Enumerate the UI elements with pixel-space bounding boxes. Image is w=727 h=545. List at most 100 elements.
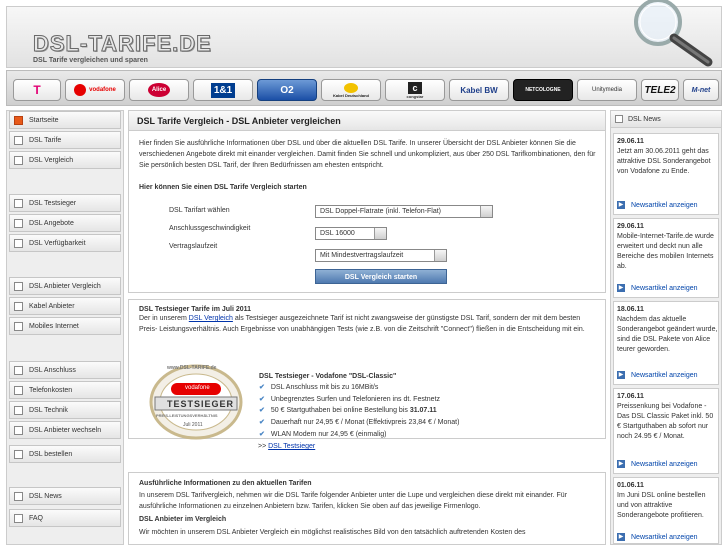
nav-item-dsl-verfuegbarkeit[interactable]: DSL Verfügbarkeit xyxy=(9,234,121,252)
news-item: 29.06.11 Jetzt am 30.06.2011 geht das at… xyxy=(613,133,719,215)
seal-bottom-text: PREIS-LEISTUNGSVERHÄLTNIS xyxy=(156,413,218,418)
seal-date: Juli 2011 xyxy=(183,422,203,428)
news-more-link[interactable]: ▶ Newsartikel anzeigen xyxy=(617,458,698,470)
provider-logo-kabel-deutschland[interactable]: Kabel Deutschland xyxy=(321,79,381,101)
news-item: 01.06.11 Im Juni DSL online bestellen un… xyxy=(613,477,719,544)
nav-item-mobiles-internet[interactable]: Mobiles Internet xyxy=(9,317,121,335)
info-subhead: DSL Anbieter im Vergleich xyxy=(139,516,227,523)
news-more-link[interactable]: ▶ Newsartikel anzeigen xyxy=(617,369,698,381)
provider-logo-o2[interactable]: O2 xyxy=(257,79,317,101)
main-content: DSL Tarife Vergleich - DSL Anbieter verg… xyxy=(128,110,606,545)
info-text: In unserem DSL Tarifvergleich, nehmen wi… xyxy=(139,492,568,510)
tarif-select[interactable]: DSL Doppel-Flatrate (inkl. Telefon-Flat) xyxy=(315,205,493,218)
checkbox-icon xyxy=(14,385,23,395)
news-date: 17.06.11 xyxy=(617,393,644,400)
testsieger-box: DSL Testsieger Tarife im Juli 2011 Der i… xyxy=(128,299,606,440)
magnifier-icon xyxy=(634,0,713,67)
provider-logo-unitymedia[interactable]: Unitymedia xyxy=(577,79,637,101)
feature-item: ✔ Dauerhaft nur 24,95 € / Monat (Effektiv… xyxy=(259,419,460,426)
news-text: Nachdem das aktuelle Sonderangebot geänd… xyxy=(617,316,718,353)
news-date: 29.06.11 xyxy=(617,223,644,230)
provider-logo-vodafone[interactable]: vodafone xyxy=(65,79,125,101)
news-more-link[interactable]: ▶ Newsartikel anzeigen xyxy=(617,531,698,543)
term-select[interactable]: Mit Mindestvertragslaufzeit xyxy=(315,249,447,262)
nav-item-dsl-technik[interactable]: DSL Technik xyxy=(9,401,121,419)
nav-item-kabel-anbieter[interactable]: Kabel Anbieter xyxy=(9,297,121,315)
checkbox-icon xyxy=(14,301,23,311)
info-text2: Wir möchten in unserem DSL Anbieter Verg… xyxy=(139,529,526,536)
nav-item-dsl-tarife[interactable]: DSL Tarife xyxy=(9,131,121,149)
provider-logo-mnet[interactable]: M-net xyxy=(683,79,719,101)
checkbox-icon xyxy=(14,198,23,208)
dsl-vergleich-link[interactable]: DSL Vergleich xyxy=(189,315,233,322)
nav-item-dsl-vergleich[interactable]: DSL Vergleich xyxy=(9,151,121,169)
checkbox-icon xyxy=(615,115,623,123)
provider-logo-kabelbw[interactable]: Kabel BW xyxy=(449,79,509,101)
nav-item-dsl-bestellen[interactable]: DSL bestellen xyxy=(9,445,121,463)
provider-logo-telekom[interactable]: T xyxy=(13,79,61,101)
provider-logo-alice[interactable]: Alice xyxy=(129,79,189,101)
nav-item-dsl-anschluss[interactable]: DSL Anschluss xyxy=(9,361,121,379)
nav-item-startseite[interactable]: Startseite xyxy=(9,111,121,129)
site-logo[interactable]: DSL-TARIFE.DE xyxy=(33,31,212,57)
news-item: 18.06.11 Nachdem das aktuelle Sonderange… xyxy=(613,301,719,385)
news-more-link[interactable]: ▶ Newsartikel anzeigen xyxy=(617,282,698,294)
news-item: 17.06.11 Preissenkung bei Vodafone - Das… xyxy=(613,388,719,474)
news-date: 18.06.11 xyxy=(617,306,644,313)
compare-intro: Hier finden Sie ausführliche Information… xyxy=(139,140,596,169)
provider-logo-congstar[interactable]: c congstar xyxy=(385,79,445,101)
checkbox-icon xyxy=(14,238,23,248)
provider-logo-tele2[interactable]: TELE2 xyxy=(641,79,679,101)
term-label: Vertragslaufzeit xyxy=(169,243,218,250)
news-text: Preissenkung bei Vodafone - Das DSL Clas… xyxy=(617,403,714,440)
news-text: Im Juni DSL online bestellen und von att… xyxy=(617,492,706,519)
provider-logo-1und1[interactable]: 1&1 xyxy=(193,79,253,101)
checkbox-icon xyxy=(14,449,23,459)
arrow-right-icon: ▶ xyxy=(617,533,625,541)
provider-logo-netcologne[interactable]: NETCOLOGNE xyxy=(513,79,573,101)
news-header: DSL News xyxy=(611,111,721,128)
chevron-down-icon xyxy=(374,228,386,239)
arrow-right-icon: ▶ xyxy=(617,284,625,292)
feature-item: ✔ WLAN Modem nur 24,95 € (einmalig) xyxy=(259,431,387,438)
offer-title: DSL Testsieger - Vodafone "DSL-Classic" xyxy=(259,373,397,380)
seal-brand: vodafone xyxy=(185,385,210,391)
arrow-right-icon: ▶ xyxy=(617,460,625,468)
dsl-testsieger-link[interactable]: DSL Testsieger xyxy=(268,443,315,450)
chevron-down-icon xyxy=(434,250,446,261)
news-date: 29.06.11 xyxy=(617,138,644,145)
checkbox-icon xyxy=(14,405,23,415)
site-tagline: DSL Tarife vergleichen und sparen xyxy=(33,57,148,64)
arrow-right-icon: ▶ xyxy=(617,371,625,379)
nav-item-dsl-anbieter-vergleich[interactable]: DSL Anbieter Vergleich xyxy=(9,277,121,295)
news-text: Mobile-Internet-Tarife.de wurde erweiter… xyxy=(617,233,714,270)
speed-select[interactable]: DSL 16000 xyxy=(315,227,387,240)
checkbox-icon xyxy=(14,321,23,331)
arrow-right-icon: ▶ xyxy=(617,201,625,209)
checkbox-icon xyxy=(14,218,23,228)
nav-item-dsl-anbieter-wechseln[interactable]: DSL Anbieter wechseln xyxy=(9,421,121,439)
news-text: Jetzt am 30.06.2011 geht das attraktive … xyxy=(617,148,711,175)
nav-item-dsl-angebote[interactable]: DSL Angebote xyxy=(9,214,121,232)
nav-item-dsl-news[interactable]: DSL News xyxy=(9,487,121,505)
left-navigation: Startseite DSL Tarife DSL Vergleich DSL … xyxy=(6,110,124,545)
nav-item-faq[interactable]: FAQ xyxy=(9,509,121,527)
seal-top-text: www.DSL-TARIFE.de xyxy=(167,365,217,371)
compare-start-button[interactable]: DSL Vergleich starten xyxy=(315,269,447,284)
news-date: 01.06.11 xyxy=(617,482,644,489)
nav-item-dsl-testsieger[interactable]: DSL Testsieger xyxy=(9,194,121,212)
info-title: Ausführliche Informationen zu den aktuel… xyxy=(139,480,312,487)
checkbox-icon xyxy=(14,513,23,523)
checkbox-icon xyxy=(14,155,23,165)
checkmark-icon: ✔ xyxy=(259,407,265,414)
compare-subhead: Hier können Sie einen DSL Tarife Verglei… xyxy=(139,184,307,191)
checkmark-icon: ✔ xyxy=(259,431,265,438)
testsieger-link-line: >> DSL Testsieger xyxy=(258,443,316,450)
tarif-label: DSL Tarifart wählen xyxy=(169,207,230,214)
nav-item-telefonkosten[interactable]: Telefonkosten xyxy=(9,381,121,399)
news-more-link[interactable]: ▶ Newsartikel anzeigen xyxy=(617,199,698,211)
feature-item: ✔ Unbegrenztes Surfen und Telefonieren in… xyxy=(259,396,441,403)
feature-item: ✔ 50 € Startguthaben bei online Bestellun… xyxy=(259,407,437,414)
checkmark-icon: ✔ xyxy=(259,419,265,426)
checkbox-icon xyxy=(14,365,23,375)
